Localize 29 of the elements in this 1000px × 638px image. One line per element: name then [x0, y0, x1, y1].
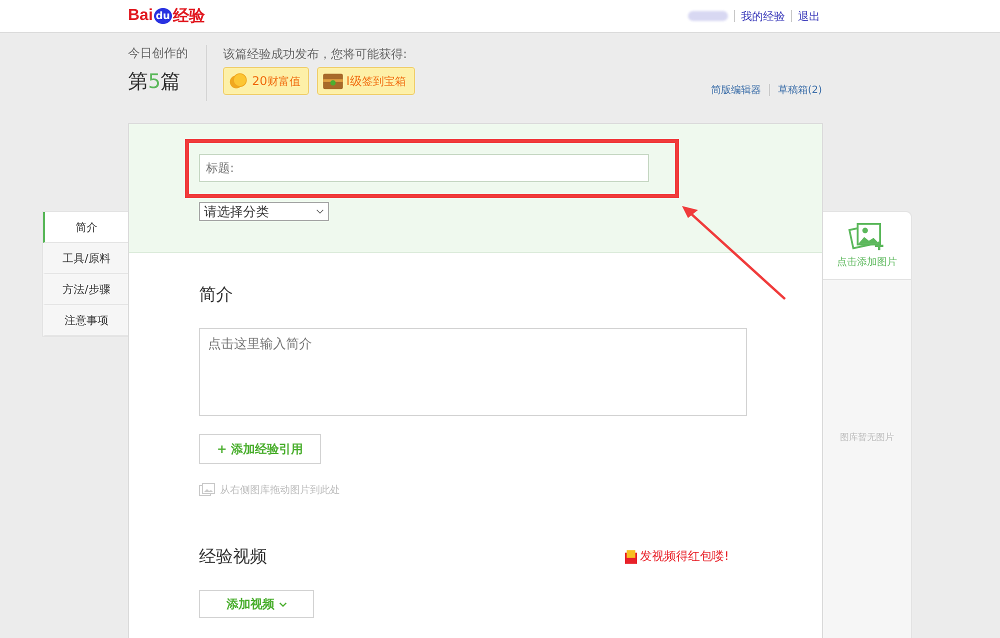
envelope-icon	[625, 550, 638, 564]
section-heading: 简介	[199, 284, 234, 306]
header-link[interactable]: 退出	[798, 8, 820, 24]
logo-text: 经验	[172, 6, 205, 26]
blurred-username	[688, 11, 728, 21]
today-count: 第5篇	[128, 68, 182, 95]
logo-text: Bai	[128, 7, 153, 25]
caret-icon	[316, 209, 324, 214]
image-icon	[199, 483, 215, 497]
gallery-empty-text: 图库暂无图片	[840, 432, 894, 444]
editor-link[interactable]: 简版编辑器	[710, 83, 761, 97]
reward-badge: I级签到宝箱	[317, 67, 415, 95]
reward-badge: 20财富值	[223, 67, 310, 95]
category-select[interactable]: 请选择分类	[199, 202, 329, 221]
video-promo-link[interactable]: 发视频得红包喽!	[640, 548, 729, 565]
header-link[interactable]: 我的经验	[741, 8, 785, 24]
drag-hint: 从右侧图库拖动图片到此处	[220, 484, 340, 497]
today-label: 今日创作的	[128, 45, 189, 62]
intro-input-field[interactable]: 点击这里输入简介	[199, 328, 747, 416]
side-nav-item[interactable]: 简介	[43, 212, 128, 243]
paw-logo: du	[154, 8, 172, 24]
treasure-chest-icon	[322, 72, 344, 90]
editor-link[interactable]: 草稿箱(2)	[778, 83, 822, 97]
coin-icon	[228, 72, 250, 90]
image-add-icon	[848, 222, 886, 250]
caret-icon	[278, 602, 286, 606]
title-input-field[interactable]: 标题:	[199, 154, 649, 182]
rewards-title: 该篇经验成功发布，您将可能获得:	[223, 46, 408, 63]
section-heading: 经验视频	[199, 546, 267, 568]
